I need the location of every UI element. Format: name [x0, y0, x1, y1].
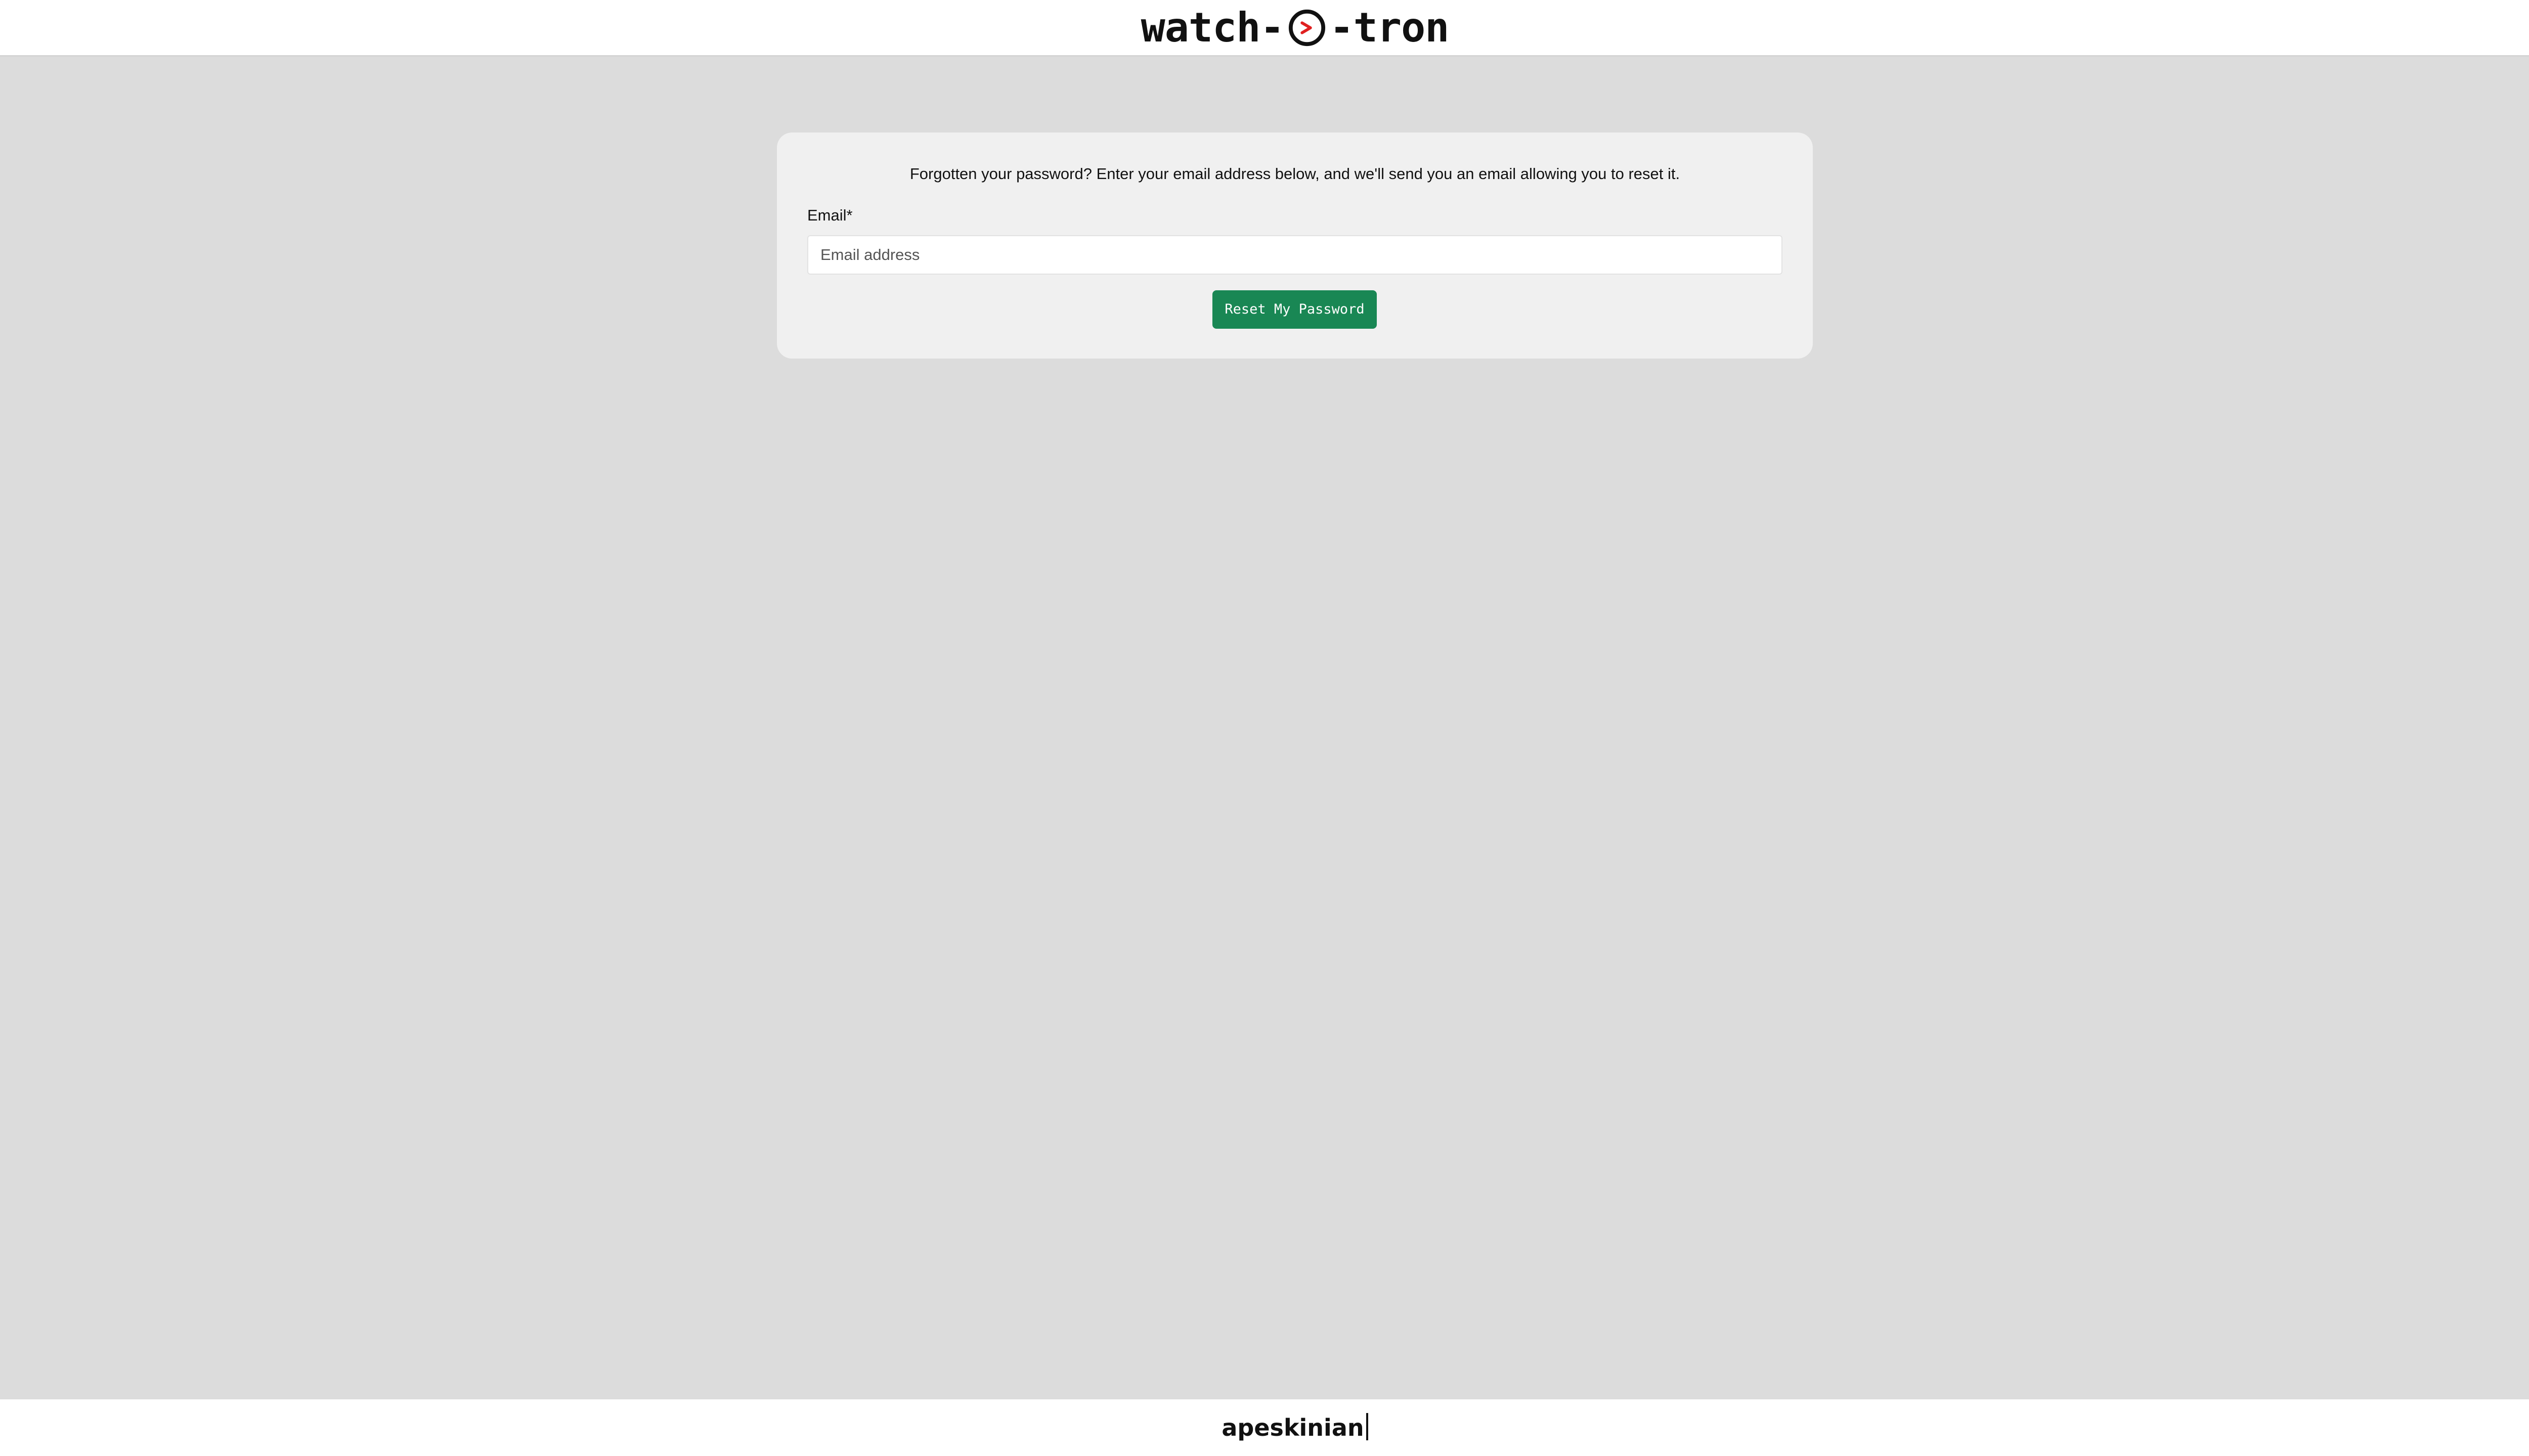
clock-icon: [1287, 8, 1327, 48]
email-field-wrapper: [807, 235, 1782, 275]
logo-text-right: -tron: [1329, 4, 1450, 51]
password-reset-card: Forgotten your password? Enter your emai…: [777, 133, 1813, 359]
email-label: Email*: [807, 206, 853, 224]
reset-instructions: Forgotten your password? Enter your emai…: [909, 165, 1680, 183]
site-header: watch- -tron: [0, 0, 2529, 57]
site-logo[interactable]: watch- -tron: [1141, 0, 1450, 56]
email-input[interactable]: [808, 236, 1781, 274]
reset-password-button[interactable]: Reset My Password: [1212, 290, 1377, 329]
site-footer: apeskinian: [0, 1399, 2529, 1456]
text-cursor-icon: [1366, 1413, 1368, 1440]
footer-username: apeskinian: [1222, 1414, 1364, 1441]
logo-text-left: watch-: [1141, 4, 1285, 51]
